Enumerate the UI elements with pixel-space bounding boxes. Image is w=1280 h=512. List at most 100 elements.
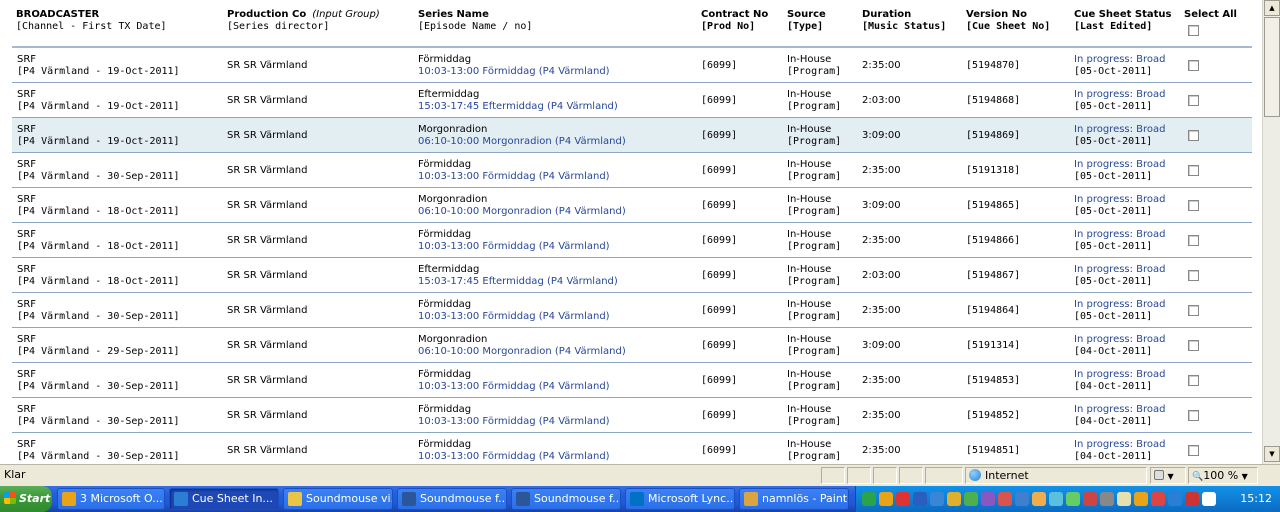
protected-mode-toggle[interactable]: ▼ bbox=[1150, 467, 1186, 484]
row-checkbox[interactable] bbox=[1188, 375, 1199, 386]
table-row[interactable]: SRF [P4 Värmland - 18-Oct-2011] SR SR Värm… bbox=[12, 258, 1252, 293]
status-link[interactable]: In progress: Broad bbox=[1074, 89, 1166, 101]
table-row[interactable]: SRF [P4 Värmland - 19-Oct-2011] SR SR Värm… bbox=[12, 83, 1252, 118]
row-checkbox[interactable] bbox=[1188, 410, 1199, 421]
broadcaster-cell: SRF bbox=[17, 124, 37, 135]
row-checkbox[interactable] bbox=[1188, 95, 1199, 106]
table-row[interactable]: SRF [P4 Värmland - 18-Oct-2011] SR SR Värm… bbox=[12, 223, 1252, 258]
folder-icon bbox=[288, 492, 302, 506]
tray-icon[interactable] bbox=[1185, 492, 1199, 506]
episode-link[interactable]: 15:03-17:45 Eftermiddag (P4 Värmland) bbox=[418, 276, 618, 288]
contract-cell: [6099] bbox=[701, 235, 738, 246]
status-link[interactable]: In progress: Broad bbox=[1074, 404, 1166, 416]
taskbar-button-label: Microsoft Lync... bbox=[648, 492, 735, 505]
episode-link[interactable]: 10:03-13:00 Förmiddag (P4 Värmland) bbox=[418, 171, 610, 183]
table-row[interactable]: SRF [P4 Värmland - 30-Sep-2011] SR SR Värm… bbox=[12, 293, 1252, 328]
status-link[interactable]: In progress: Broad bbox=[1074, 334, 1166, 346]
status-link[interactable]: In progress: Broad bbox=[1074, 159, 1166, 171]
scroll-up-button[interactable]: ▲ bbox=[1264, 0, 1280, 16]
tray-icon[interactable] bbox=[862, 492, 876, 506]
tray-icon[interactable] bbox=[1015, 492, 1029, 506]
tray-icon[interactable] bbox=[1032, 492, 1046, 506]
episode-link[interactable]: 06:10-10:00 Morgonradion (P4 Värmland) bbox=[418, 136, 626, 148]
tray-icon[interactable] bbox=[1066, 492, 1080, 506]
tray-icon[interactable] bbox=[947, 492, 961, 506]
episode-link[interactable]: 10:03-13:00 Förmiddag (P4 Värmland) bbox=[418, 451, 610, 463]
tray-icon[interactable] bbox=[879, 492, 893, 506]
tray-icon[interactable] bbox=[913, 492, 927, 506]
taskbar-button[interactable]: Soundmouse f... bbox=[397, 488, 507, 510]
episode-link[interactable]: 10:03-13:00 Förmiddag (P4 Värmland) bbox=[418, 66, 610, 78]
tray-icon[interactable] bbox=[998, 492, 1012, 506]
last-edited-cell: [05-Oct-2011] bbox=[1074, 276, 1153, 287]
taskbar-button[interactable]: 3 Microsoft O... bbox=[57, 488, 165, 510]
table-row[interactable]: SRF [P4 Värmland - 30-Sep-2011] SR SR Värm… bbox=[12, 363, 1252, 398]
status-link[interactable]: In progress: Broad bbox=[1074, 369, 1166, 381]
tray-icon[interactable] bbox=[1083, 492, 1097, 506]
row-checkbox[interactable] bbox=[1188, 130, 1199, 141]
row-checkbox[interactable] bbox=[1188, 270, 1199, 281]
tray-icon[interactable] bbox=[930, 492, 944, 506]
select-all-checkbox[interactable] bbox=[1188, 25, 1199, 36]
channel-date-cell: [P4 Värmland - 18-Oct-2011] bbox=[17, 276, 180, 287]
table-row[interactable]: SRF [P4 Värmland - 30-Sep-2011] SR SR Värm… bbox=[12, 153, 1252, 188]
table-row[interactable]: SRF [P4 Värmland - 18-Oct-2011] SR SR Värm… bbox=[12, 188, 1252, 223]
duration-cell: 2:35:00 bbox=[862, 305, 901, 316]
status-link[interactable]: In progress: Broad bbox=[1074, 194, 1166, 206]
vertical-scrollbar[interactable]: ▲ ▼ bbox=[1262, 0, 1280, 464]
table-row[interactable]: SRF [P4 Värmland - 19-Oct-2011] SR SR Värm… bbox=[12, 118, 1252, 153]
type-cell: [Program] bbox=[787, 381, 842, 392]
row-checkbox[interactable] bbox=[1188, 235, 1199, 246]
row-checkbox[interactable] bbox=[1188, 305, 1199, 316]
duration-cell: 2:03:00 bbox=[862, 270, 901, 281]
start-button[interactable]: Start bbox=[0, 486, 52, 512]
taskbar-button[interactable]: Soundmouse f... bbox=[511, 488, 621, 510]
version-cell: [5194853] bbox=[966, 375, 1021, 386]
episode-link[interactable]: 15:03-17:45 Eftermiddag (P4 Värmland) bbox=[418, 101, 618, 113]
row-checkbox[interactable] bbox=[1188, 340, 1199, 351]
status-pane-empty-1 bbox=[821, 467, 845, 484]
scroll-thumb[interactable] bbox=[1264, 17, 1280, 117]
status-link[interactable]: In progress: Broad bbox=[1074, 299, 1166, 311]
channel-date-cell: [P4 Värmland - 30-Sep-2011] bbox=[17, 416, 180, 427]
table-row[interactable]: SRF [P4 Värmland - 30-Sep-2011] SR SR Värm… bbox=[12, 433, 1252, 464]
episode-link[interactable]: 10:03-13:00 Förmiddag (P4 Värmland) bbox=[418, 416, 610, 428]
tray-icon[interactable] bbox=[1151, 492, 1165, 506]
status-link[interactable]: In progress: Broad bbox=[1074, 439, 1166, 451]
episode-link[interactable]: 06:10-10:00 Morgonradion (P4 Värmland) bbox=[418, 206, 626, 218]
clock[interactable]: 15:12 bbox=[1240, 486, 1272, 512]
status-link[interactable]: In progress: Broad bbox=[1074, 54, 1166, 66]
tray-icon[interactable] bbox=[1202, 492, 1216, 506]
status-link[interactable]: In progress: Broad bbox=[1074, 229, 1166, 241]
tray-icon[interactable] bbox=[896, 492, 910, 506]
broadcaster-cell: SRF bbox=[17, 194, 37, 205]
tray-icon[interactable] bbox=[1117, 492, 1131, 506]
episode-link[interactable]: 10:03-13:00 Förmiddag (P4 Värmland) bbox=[418, 381, 610, 393]
taskbar-button[interactable]: namnlös - Paint bbox=[739, 488, 849, 510]
zoom-control[interactable]: 🔍100 % ▼ bbox=[1188, 467, 1258, 484]
tray-icon[interactable] bbox=[1134, 492, 1148, 506]
tray-icon[interactable] bbox=[981, 492, 995, 506]
row-checkbox[interactable] bbox=[1188, 200, 1199, 211]
table-row[interactable]: SRF [P4 Värmland - 30-Sep-2011] SR SR Värm… bbox=[12, 398, 1252, 433]
table-row[interactable]: SRF [P4 Värmland - 19-Oct-2011] SR SR Värm… bbox=[12, 48, 1252, 83]
taskbar-button[interactable]: Microsoft Lync... bbox=[625, 488, 735, 510]
tray-icon[interactable] bbox=[1049, 492, 1063, 506]
row-checkbox[interactable] bbox=[1188, 445, 1199, 456]
tray-icon[interactable] bbox=[1100, 492, 1114, 506]
episode-link[interactable]: 10:03-13:00 Förmiddag (P4 Värmland) bbox=[418, 241, 610, 253]
status-link[interactable]: In progress: Broad bbox=[1074, 124, 1166, 136]
tray-icon[interactable] bbox=[1168, 492, 1182, 506]
tray-icon[interactable] bbox=[964, 492, 978, 506]
episode-link[interactable]: 06:10-10:00 Morgonradion (P4 Värmland) bbox=[418, 346, 626, 358]
table-row[interactable]: SRF [P4 Värmland - 29-Sep-2011] SR SR Värm… bbox=[12, 328, 1252, 363]
row-checkbox[interactable] bbox=[1188, 165, 1199, 176]
broadcaster-cell: SRF bbox=[17, 89, 37, 100]
episode-link[interactable]: 10:03-13:00 Förmiddag (P4 Värmland) bbox=[418, 311, 610, 323]
taskbar-button[interactable]: Soundmouse vi... bbox=[283, 488, 393, 510]
status-link[interactable]: In progress: Broad bbox=[1074, 264, 1166, 276]
row-checkbox[interactable] bbox=[1188, 60, 1199, 71]
contract-cell: [6099] bbox=[701, 165, 738, 176]
taskbar-button[interactable]: Cue Sheet In... bbox=[169, 488, 279, 510]
scroll-down-button[interactable]: ▼ bbox=[1264, 446, 1280, 462]
